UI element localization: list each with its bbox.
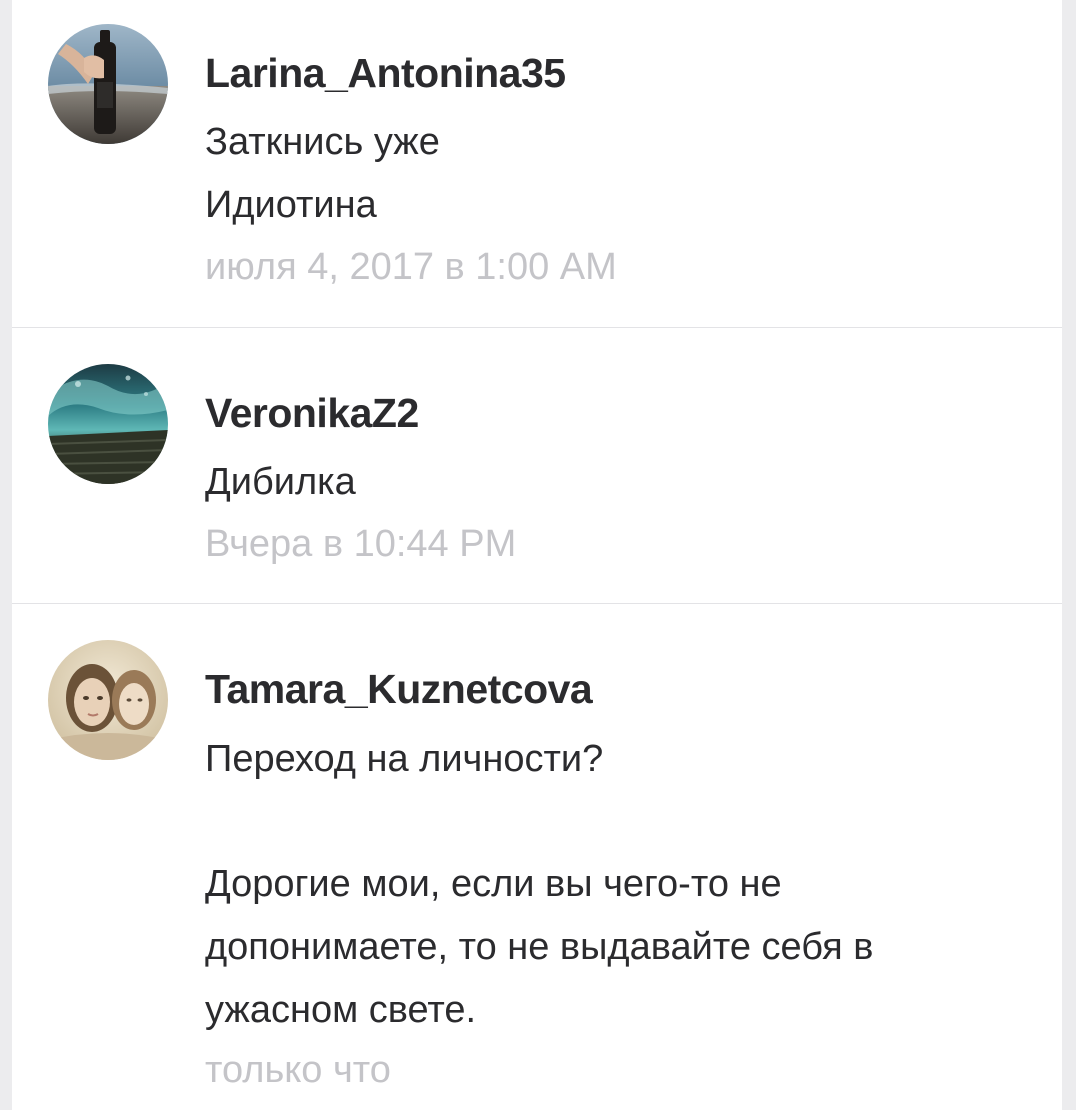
comment-username[interactable]: Larina_Antonina35 xyxy=(205,44,1025,102)
comment-text-line: ужасном свете. xyxy=(205,989,477,1031)
comment-text-line: Заткнись уже xyxy=(205,121,440,163)
avatar[interactable] xyxy=(48,640,168,760)
comment-body: VeronikaZ2 Дибилка Вчера в 10:44 PM xyxy=(205,384,1025,568)
avatar[interactable] xyxy=(48,24,168,144)
avatar[interactable] xyxy=(48,364,168,484)
comment-text-line: допонимаете, то не выдавайте себя в xyxy=(205,926,874,968)
comment-body: Larina_Antonina35 Заткнись уже Идиотина … xyxy=(205,44,1025,291)
avatar-photo-ocean-wave-icon xyxy=(48,364,168,484)
comment-text-line: Дорогие мои, если вы чего-то не xyxy=(205,863,782,905)
comment-text-line: Дибилка xyxy=(205,461,356,503)
comment-body: Tamara_Kuznetcova Переход на личности? Д… xyxy=(205,660,1025,1094)
comment-text-line: Идиотина xyxy=(205,184,377,226)
avatar-photo-beach-bottle-icon xyxy=(48,24,168,144)
comment-timestamp: июля 4, 2017 в 1:00 AM xyxy=(205,246,617,288)
comment-username[interactable]: VeronikaZ2 xyxy=(205,384,1025,442)
comment-username[interactable]: Tamara_Kuznetcova xyxy=(205,660,1025,718)
comment-text-line: Переход на личности? xyxy=(205,738,604,780)
avatar-photo-two-women-icon xyxy=(48,640,168,760)
comment-timestamp: только что xyxy=(205,1049,391,1091)
comment-item: Tamara_Kuznetcova Переход на личности? Д… xyxy=(12,604,1062,1110)
comment-item: Larina_Antonina35 Заткнись уже Идиотина … xyxy=(12,0,1062,327)
comment-timestamp: Вчера в 10:44 PM xyxy=(205,523,517,565)
comments-list: Larina_Antonina35 Заткнись уже Идиотина … xyxy=(12,0,1062,1110)
comment-item: VeronikaZ2 Дибилка Вчера в 10:44 PM xyxy=(12,328,1062,603)
